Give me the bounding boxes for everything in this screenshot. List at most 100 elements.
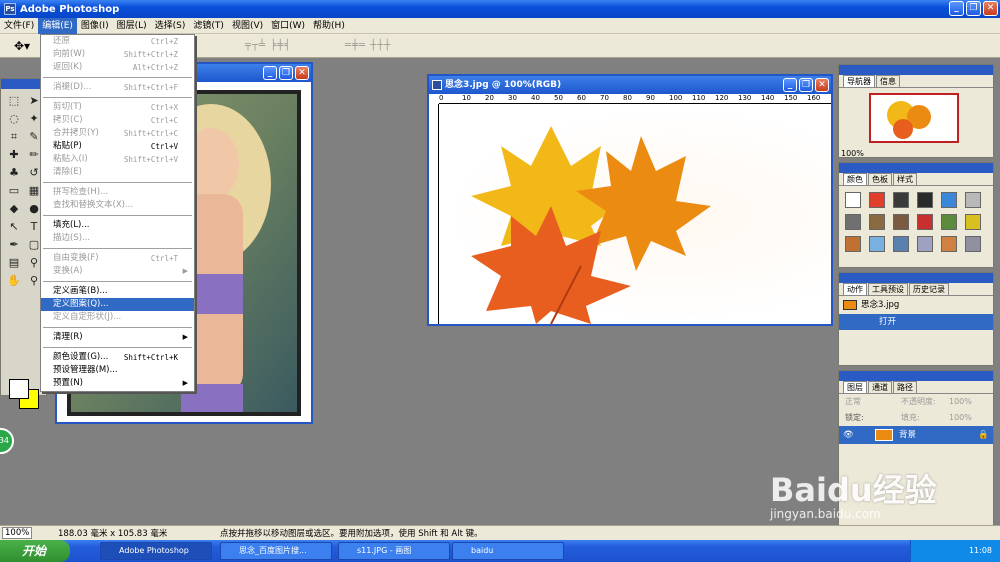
ruler-tick-label: 140 xyxy=(761,94,775,102)
swatch[interactable] xyxy=(893,236,909,252)
panel-tab[interactable]: 路径 xyxy=(893,381,917,393)
edit-menu-item[interactable]: 定义画笔(B)... xyxy=(41,285,194,298)
edit-menu-item[interactable]: 描边(S)... xyxy=(41,232,194,245)
stamp-tool-icon[interactable]: ♣ xyxy=(5,165,23,181)
swatch[interactable] xyxy=(869,192,885,208)
menu-8[interactable]: 帮助(H) xyxy=(309,18,349,34)
swatch[interactable] xyxy=(965,236,981,252)
navigator-preview[interactable] xyxy=(869,93,959,143)
edit-menu-item[interactable]: 颜色设置(G)... Shift+Ctrl+K xyxy=(41,351,194,364)
edit-menu-item[interactable]: 定义自定形状(J)... xyxy=(41,311,194,324)
panel-tab[interactable]: 图层 xyxy=(843,381,867,393)
layer-row-background[interactable]: 👁 背景 🔒 xyxy=(839,426,993,444)
lasso-tool-icon[interactable]: ◌ xyxy=(5,111,23,127)
edit-menu-item[interactable]: 向前(W) Shift+Ctrl+Z xyxy=(41,48,194,61)
panel-tab[interactable]: 信息 xyxy=(876,75,900,87)
taskbar-item[interactable]: s11.JPG - 画图 xyxy=(338,542,450,560)
doc-restore-button[interactable]: ❐ xyxy=(279,66,293,80)
blend-mode-select[interactable]: 正常 xyxy=(845,397,861,406)
panel-tab[interactable]: 颜色 xyxy=(843,173,867,185)
swatch[interactable] xyxy=(965,214,981,230)
edit-menu-item[interactable]: 定义图案(Q)... xyxy=(41,298,194,311)
swatch[interactable] xyxy=(869,236,885,252)
doc-close-button[interactable]: ✕ xyxy=(295,66,309,80)
edit-menu-item[interactable]: 剪切(T) Ctrl+X xyxy=(41,101,194,114)
panel-tab[interactable]: 样式 xyxy=(893,173,917,185)
swatch[interactable] xyxy=(941,236,957,252)
edit-menu-item[interactable]: 预设管理器(M)... xyxy=(41,364,194,377)
panel-tab[interactable]: 色板 xyxy=(868,173,892,185)
edit-menu-item[interactable]: 预置(N) ▶ xyxy=(41,377,194,390)
taskbar-item[interactable]: Adobe Photoshop xyxy=(100,542,212,560)
start-button[interactable]: 开始 xyxy=(0,540,70,562)
swatch[interactable] xyxy=(941,192,957,208)
fill-value[interactable]: 100% xyxy=(949,410,972,426)
panel-tab[interactable]: 工具预设 xyxy=(868,283,908,295)
panel-tab[interactable]: 通道 xyxy=(868,381,892,393)
pen-tool-icon[interactable]: ✒ xyxy=(5,237,23,253)
marquee-tool-icon[interactable]: ⬚ xyxy=(5,93,23,109)
doc-restore-button[interactable]: ❐ xyxy=(799,78,813,92)
swatch[interactable] xyxy=(917,192,933,208)
navigator-zoom[interactable]: 100% xyxy=(841,149,864,158)
crop-tool-icon[interactable]: ⌗ xyxy=(5,129,23,145)
swatch[interactable] xyxy=(869,214,885,230)
close-button[interactable]: ✕ xyxy=(983,1,998,16)
edit-menu-item[interactable]: 清理(R) ▶ xyxy=(41,331,194,344)
swatch[interactable] xyxy=(917,236,933,252)
edit-menu-item[interactable]: 拷贝(C) Ctrl+C xyxy=(41,114,194,127)
edit-menu-item[interactable]: 粘贴(P) Ctrl+V xyxy=(41,140,194,153)
doc-minimize-button[interactable]: _ xyxy=(783,78,797,92)
swatch[interactable] xyxy=(965,192,981,208)
healing-brush-icon[interactable]: ✚ xyxy=(5,147,23,163)
minimize-button[interactable]: _ xyxy=(949,1,964,16)
menu-0[interactable]: 文件(F) xyxy=(0,18,38,34)
taskbar-item[interactable]: baidu xyxy=(452,542,564,560)
swatch[interactable] xyxy=(941,214,957,230)
edit-menu-item[interactable]: 还原 Ctrl+Z xyxy=(41,35,194,48)
swatch[interactable] xyxy=(917,214,933,230)
restore-button[interactable]: ❐ xyxy=(966,1,981,16)
swatch[interactable] xyxy=(893,214,909,230)
path-select-icon[interactable]: ↖ xyxy=(5,219,23,235)
doc-minimize-button[interactable]: _ xyxy=(263,66,277,80)
swatch[interactable] xyxy=(893,192,909,208)
panel-tab[interactable]: 导航器 xyxy=(843,75,875,87)
menu-6[interactable]: 视图(V) xyxy=(228,18,267,34)
menu-2[interactable]: 图像(I) xyxy=(77,18,113,34)
status-zoom[interactable]: 100% xyxy=(2,527,32,539)
eye-icon[interactable]: 👁 xyxy=(843,426,854,444)
panel-tab[interactable]: 历史记录 xyxy=(909,283,949,295)
history-snapshot[interactable]: 思念3.jpg xyxy=(839,296,993,314)
edit-menu-item[interactable]: 变换(A) ▶ xyxy=(41,265,194,278)
menu-1[interactable]: 编辑(E) xyxy=(38,17,77,34)
swatch[interactable] xyxy=(845,236,861,252)
edit-menu-item[interactable]: 填充(L)... xyxy=(41,219,194,232)
edit-menu-item[interactable]: 查找和替换文本(X)... xyxy=(41,199,194,212)
menu-3[interactable]: 图层(L) xyxy=(113,18,151,34)
move-tool-icon[interactable]: ✥▾ xyxy=(14,39,30,53)
edit-menu-item[interactable]: 自由变换(F) Ctrl+T xyxy=(41,252,194,265)
edit-menu-item[interactable]: 拼写检查(H)... xyxy=(41,186,194,199)
opacity-value[interactable]: 100% xyxy=(949,394,972,410)
edit-menu-item[interactable]: 返回(K) Alt+Ctrl+Z xyxy=(41,61,194,74)
menu-4[interactable]: 选择(S) xyxy=(151,18,190,34)
edit-menu-item[interactable]: 清除(E) xyxy=(41,166,194,179)
eraser-tool-icon[interactable]: ▭ xyxy=(5,183,23,199)
edit-menu-item[interactable]: 消褪(D)... Shift+Ctrl+F xyxy=(41,81,194,94)
edit-menu-item[interactable]: 合并拷贝(Y) Shift+Ctrl+C xyxy=(41,127,194,140)
leaves-canvas[interactable] xyxy=(441,106,831,325)
menu-5[interactable]: 滤镜(T) xyxy=(189,18,228,34)
panel-tab[interactable]: 动作 xyxy=(843,283,867,295)
edit-menu-item[interactable]: 粘贴入(I) Shift+Ctrl+V xyxy=(41,153,194,166)
menu-7[interactable]: 窗口(W) xyxy=(267,18,309,34)
swatch[interactable] xyxy=(845,214,861,230)
taskbar-item[interactable]: 思念_百度图片搜... xyxy=(220,542,332,560)
foreground-color-swatch[interactable] xyxy=(9,379,29,399)
hand-tool-icon[interactable]: ✋ xyxy=(5,273,23,289)
notes-tool-icon[interactable]: ▤ xyxy=(5,255,23,271)
history-item[interactable]: 打开 xyxy=(839,314,993,330)
swatch[interactable] xyxy=(845,192,861,208)
doc-close-button[interactable]: ✕ xyxy=(815,78,829,92)
blur-tool-icon[interactable]: ◆ xyxy=(5,201,23,217)
